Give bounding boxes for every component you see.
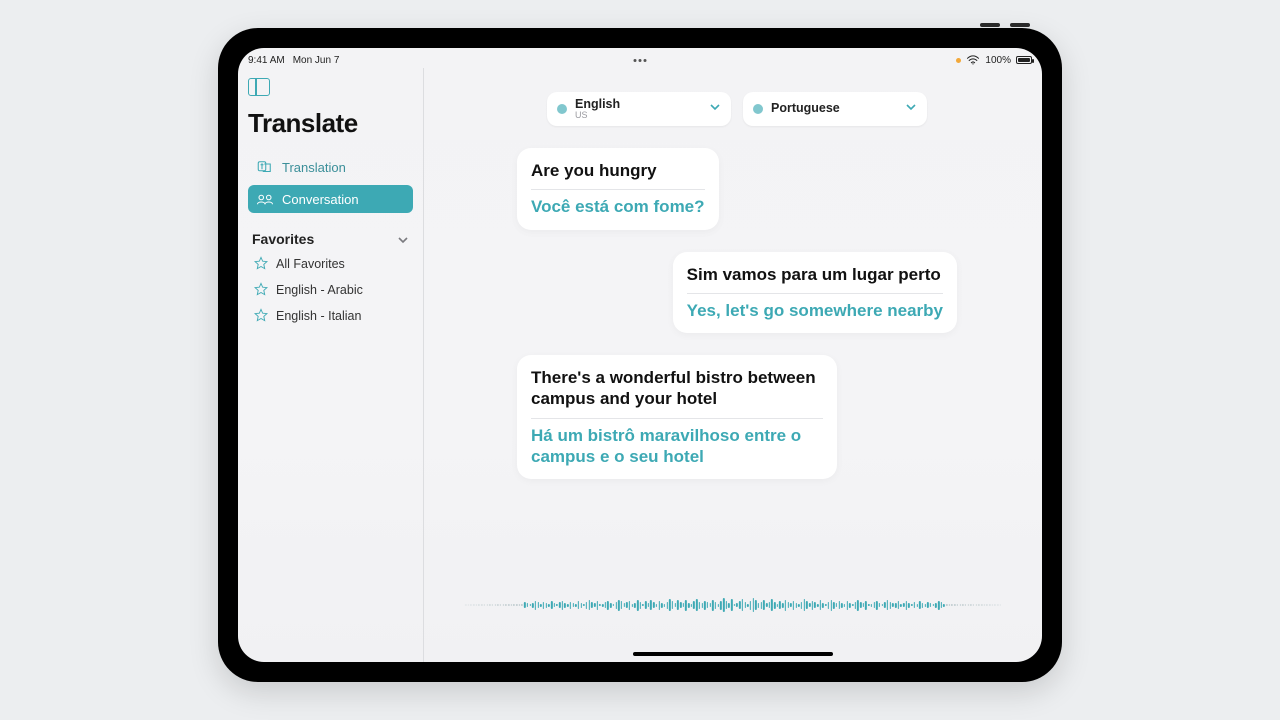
source-language-name: English [575, 98, 620, 111]
source-language-select[interactable]: English US [547, 92, 731, 126]
status-bar: 9:41 AM Mon Jun 7 100% [238, 48, 1042, 68]
target-language-select[interactable]: Portuguese [743, 92, 927, 126]
star-outline-icon [254, 256, 268, 273]
wifi-icon [966, 55, 980, 65]
conversation-list: Are you hungry Você está com fome? Sim v… [517, 148, 957, 479]
favorites-list: All Favorites English - Arabic English -… [248, 251, 413, 329]
favorite-item[interactable]: English - Italian [248, 303, 413, 329]
stage: 9:41 AM Mon Jun 7 100% Translate [0, 0, 1280, 720]
conversation-bubble[interactable]: Are you hungry Você está com fome? [517, 148, 719, 230]
conversation-bubble[interactable]: There's a wonderful bistro between campu… [517, 355, 837, 479]
bubble-target-text: Há um bistrô maravilhoso entre o campus … [531, 425, 823, 468]
multitasking-dots-icon[interactable] [634, 59, 647, 62]
screen: 9:41 AM Mon Jun 7 100% Translate [238, 48, 1042, 662]
status-time: 9:41 AM [248, 55, 285, 66]
chevron-down-icon [397, 233, 409, 245]
sidebar-toggle-icon[interactable] [248, 78, 270, 96]
favorite-label: All Favorites [276, 257, 345, 271]
language-selector-row: English US Portuguese [547, 92, 927, 126]
bubble-source-text: There's a wonderful bistro between campu… [531, 367, 823, 410]
chevron-down-icon [709, 100, 721, 118]
bubble-source-text: Are you hungry [531, 160, 705, 181]
favorite-item[interactable]: All Favorites [248, 251, 413, 277]
bubble-target-text: Yes, let's go somewhere nearby [687, 300, 943, 321]
sidebar-item-translation[interactable]: Translation [248, 153, 413, 181]
battery-percent: 100% [985, 55, 1011, 66]
favorite-item[interactable]: English - Arabic [248, 277, 413, 303]
app: Translate Translation Conversation [238, 68, 1042, 662]
translation-icon [256, 160, 274, 174]
status-date: Mon Jun 7 [293, 55, 340, 66]
chevron-down-icon [905, 100, 917, 118]
sidebar: Translate Translation Conversation [238, 68, 424, 662]
conversation-bubble[interactable]: Sim vamos para um lugar perto Yes, let's… [673, 252, 957, 334]
language-indicator-icon [557, 104, 567, 114]
recording-indicator-icon [956, 58, 961, 63]
favorites-label: Favorites [252, 231, 314, 247]
favorite-label: English - Italian [276, 309, 361, 323]
bubble-target-text: Você está com fome? [531, 196, 705, 217]
language-indicator-icon [753, 104, 763, 114]
battery-icon [1016, 56, 1032, 64]
source-language-sub: US [575, 111, 620, 120]
bubble-source-text: Sim vamos para um lugar perto [687, 264, 943, 285]
divider [531, 418, 823, 419]
divider [531, 189, 705, 190]
divider [687, 293, 943, 294]
device-frame: 9:41 AM Mon Jun 7 100% Translate [218, 28, 1062, 682]
sidebar-item-label: Conversation [282, 192, 359, 207]
app-title: Translate [248, 108, 413, 139]
conversation-icon [256, 192, 274, 206]
device-button [980, 23, 1000, 27]
device-button [1010, 23, 1030, 27]
sidebar-item-conversation[interactable]: Conversation [248, 185, 413, 213]
home-indicator[interactable] [633, 652, 833, 656]
favorites-header[interactable]: Favorites [248, 225, 413, 251]
target-language-name: Portuguese [771, 102, 840, 115]
star-outline-icon [254, 308, 268, 325]
microphone-waveform[interactable] [465, 598, 1001, 612]
main: English US Portuguese [424, 68, 1042, 662]
favorite-label: English - Arabic [276, 283, 363, 297]
sidebar-item-label: Translation [282, 160, 346, 175]
star-outline-icon [254, 282, 268, 299]
